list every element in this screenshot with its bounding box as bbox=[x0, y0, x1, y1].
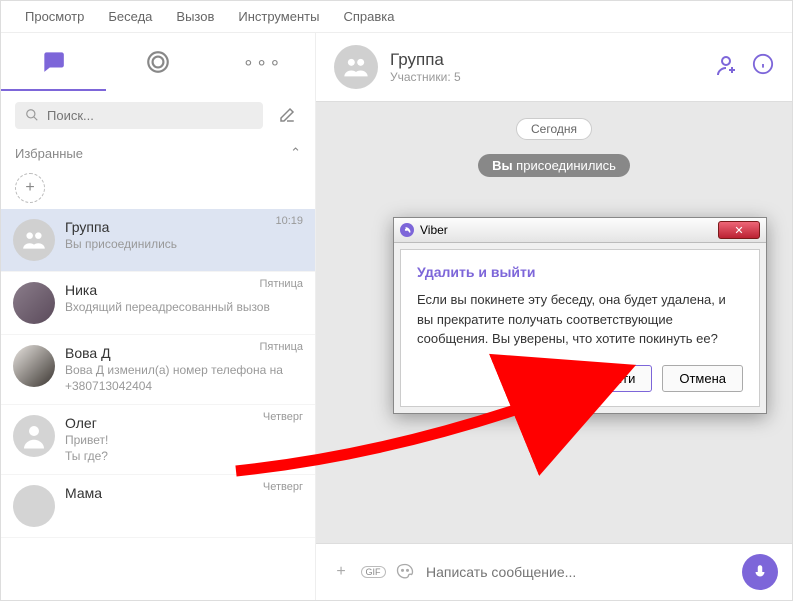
gif-button[interactable]: GIF bbox=[362, 561, 384, 583]
chat-preview: Вы присоединились bbox=[65, 237, 303, 253]
voice-message-button[interactable] bbox=[742, 554, 778, 590]
favorites-header[interactable]: Избранные ⌃ bbox=[1, 139, 315, 167]
sidebar: ∘∘∘ Избранные ⌃ + Груп bbox=[1, 33, 316, 600]
tab-more[interactable]: ∘∘∘ bbox=[210, 33, 315, 91]
chat-time: Пятница bbox=[259, 341, 303, 353]
chat-time: 10:19 bbox=[275, 215, 303, 227]
menu-chat[interactable]: Беседа bbox=[108, 9, 152, 24]
confirm-dialog: Viber ✕ Удалить и выйти Если вы покинете… bbox=[393, 217, 767, 414]
chat-item-group[interactable]: Группа Вы присоединились 10:19 bbox=[1, 209, 315, 272]
menu-tools[interactable]: Инструменты bbox=[238, 9, 319, 24]
chat-preview: Вова Д изменил(а) номер телефона на +380… bbox=[65, 363, 303, 394]
conversation-subtitle: Участники: 5 bbox=[390, 70, 702, 84]
group-avatar-icon bbox=[13, 219, 55, 261]
plus-icon: + bbox=[25, 179, 34, 197]
more-icon: ∘∘∘ bbox=[243, 52, 283, 73]
chat-time: Четверг bbox=[263, 481, 303, 493]
chat-preview: Входящий переадресованный вызов bbox=[65, 300, 303, 316]
chat-item[interactable]: Мама Четверг bbox=[1, 475, 315, 538]
mic-icon bbox=[751, 563, 769, 581]
search-icon bbox=[25, 108, 39, 122]
menu-view[interactable]: Просмотр bbox=[25, 9, 84, 24]
dialog-titlebar: Viber ✕ bbox=[394, 218, 766, 243]
search-box[interactable] bbox=[15, 102, 263, 129]
chat-item[interactable]: Ника Входящий переадресованный вызов Пят… bbox=[1, 272, 315, 335]
chat-time: Четверг bbox=[263, 411, 303, 423]
tab-public[interactable] bbox=[106, 33, 211, 91]
dialog-cancel-button[interactable]: Отмена bbox=[662, 365, 743, 392]
tab-chats[interactable] bbox=[1, 33, 106, 91]
chat-list: Группа Вы присоединились 10:19 Ника Вход… bbox=[1, 209, 315, 600]
date-separator: Сегодня bbox=[516, 118, 592, 140]
dialog-app-name: Viber bbox=[420, 223, 448, 237]
info-icon bbox=[752, 53, 774, 75]
composer: + GIF bbox=[316, 543, 792, 600]
add-person-icon bbox=[714, 53, 738, 77]
group-avatar-icon bbox=[334, 45, 378, 89]
sticker-icon bbox=[395, 562, 415, 582]
dialog-close-button[interactable]: ✕ bbox=[718, 221, 760, 239]
menu-call[interactable]: Вызов bbox=[176, 9, 214, 24]
avatar bbox=[13, 485, 55, 527]
info-button[interactable] bbox=[752, 53, 774, 82]
chat-item[interactable]: Вова Д Вова Д изменил(а) номер телефона … bbox=[1, 335, 315, 405]
close-icon: ✕ bbox=[734, 224, 743, 237]
conversation-header: Группа Участники: 5 bbox=[316, 33, 792, 102]
system-message: Вы присоединились bbox=[478, 154, 630, 177]
avatar bbox=[13, 415, 55, 457]
add-favorite-button[interactable]: + bbox=[15, 173, 45, 203]
search-input[interactable] bbox=[47, 108, 253, 123]
gif-icon: GIF bbox=[361, 566, 386, 578]
add-participant-button[interactable] bbox=[714, 53, 738, 82]
attach-button[interactable]: + bbox=[330, 561, 352, 583]
dialog-text: Если вы покинете эту беседу, она будет у… bbox=[417, 290, 743, 349]
compose-icon bbox=[278, 106, 296, 124]
chat-bubble-icon bbox=[40, 48, 66, 74]
menubar: Просмотр Беседа Вызов Инструменты Справк… bbox=[1, 1, 792, 33]
favorites-label: Избранные bbox=[15, 146, 83, 161]
chat-name: Группа bbox=[65, 219, 303, 235]
dialog-confirm-button[interactable]: Выйти bbox=[580, 365, 653, 392]
menu-help[interactable]: Справка bbox=[343, 9, 394, 24]
dialog-heading: Удалить и выйти bbox=[417, 264, 743, 280]
compose-button[interactable] bbox=[273, 101, 301, 129]
plus-icon: + bbox=[336, 563, 345, 581]
tabbar: ∘∘∘ bbox=[1, 33, 315, 91]
sticker-button[interactable] bbox=[394, 561, 416, 583]
avatar bbox=[13, 345, 55, 387]
viber-app-icon bbox=[400, 223, 414, 237]
chat-time: Пятница bbox=[259, 278, 303, 290]
chat-preview: Привет! Ты где? bbox=[65, 433, 303, 464]
chevron-up-icon: ⌃ bbox=[290, 145, 301, 161]
chat-item[interactable]: Олег Привет! Ты где? Четверг bbox=[1, 405, 315, 475]
message-input[interactable] bbox=[426, 564, 732, 580]
avatar bbox=[13, 282, 55, 324]
conversation-title: Группа bbox=[390, 50, 702, 70]
public-icon bbox=[145, 49, 171, 75]
